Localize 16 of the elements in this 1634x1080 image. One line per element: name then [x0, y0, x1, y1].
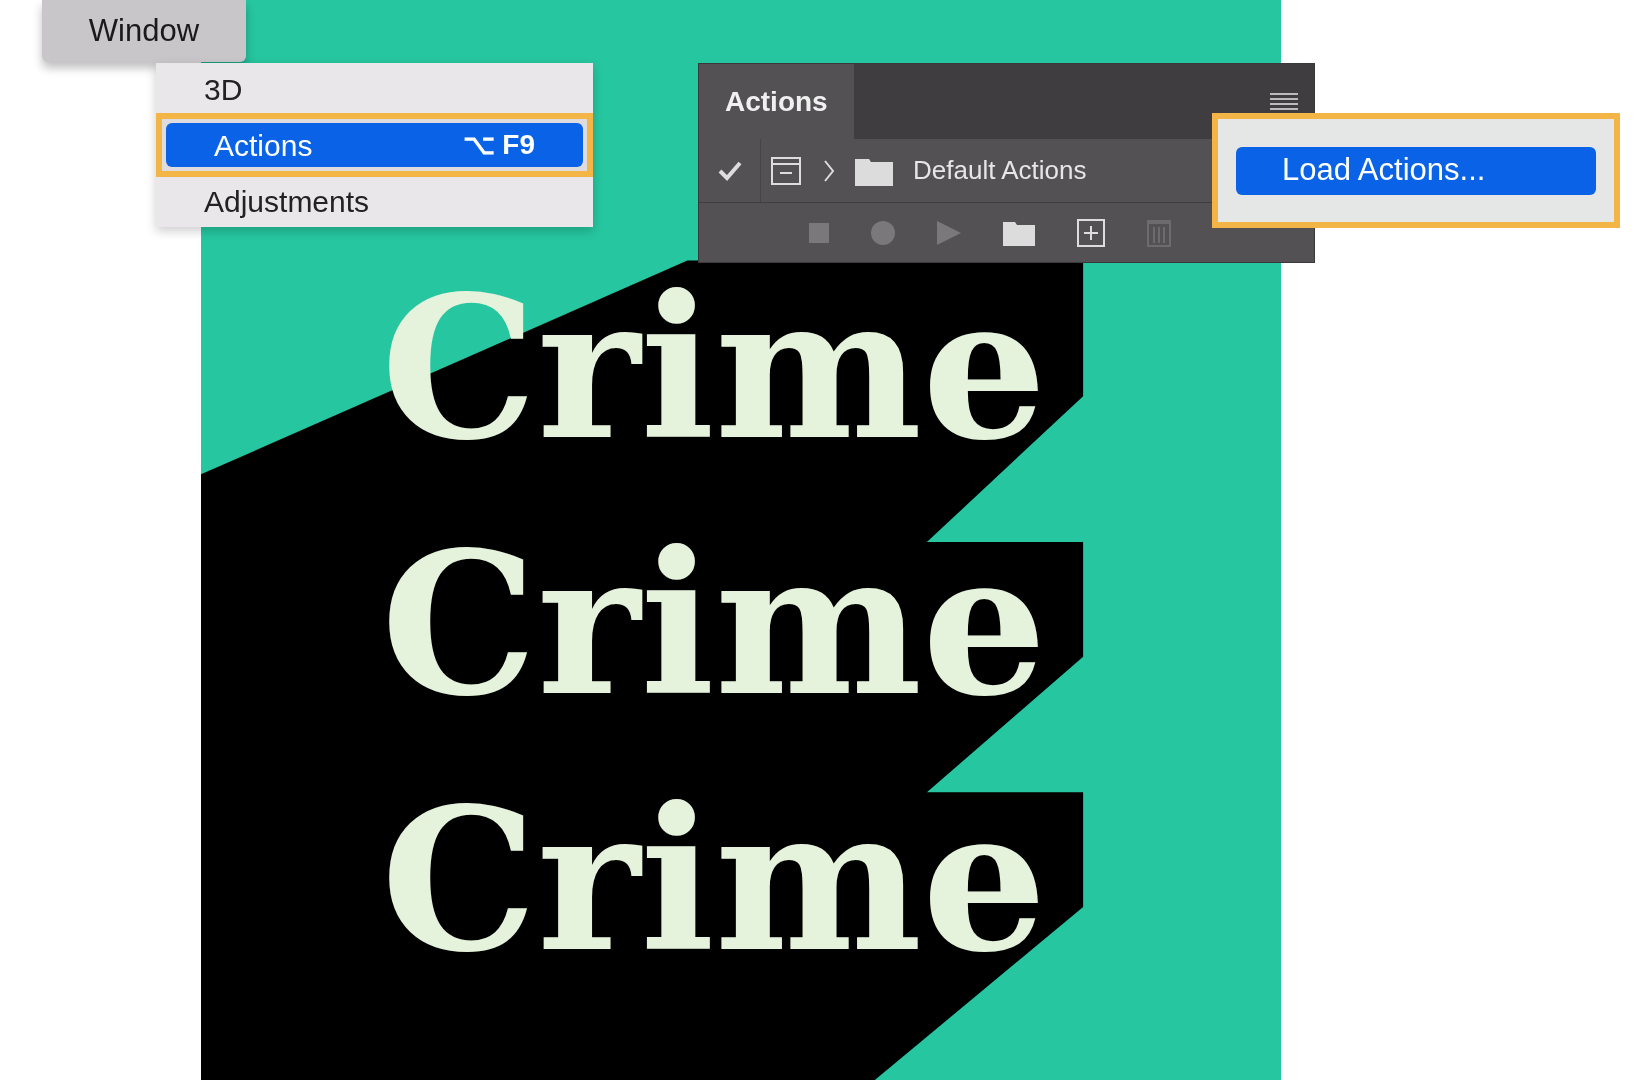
panel-tab[interactable]: Actions [699, 64, 854, 139]
artwork-text: Crime [381, 518, 1047, 730]
menu-item[interactable]: Load Actions... [1236, 146, 1596, 195]
window-menu[interactable]: Window [42, 0, 246, 62]
check-icon[interactable] [716, 159, 743, 182]
dialog-toggle-icon[interactable] [771, 156, 801, 185]
menu-item[interactable]: 3D [156, 67, 593, 111]
menu-item[interactable]: Actions ⌥ F9 [166, 123, 583, 167]
new-action-icon[interactable] [1077, 218, 1105, 247]
chevron-icon[interactable] [821, 158, 837, 183]
action-set-name: Default Actions [913, 154, 1087, 187]
artwork-text: Crime [381, 774, 1047, 986]
menu-item[interactable]: Adjustments [156, 179, 593, 223]
folder-icon[interactable] [1003, 219, 1035, 246]
artwork-text: Crime [381, 262, 1047, 474]
menu-icon[interactable] [1270, 90, 1298, 113]
